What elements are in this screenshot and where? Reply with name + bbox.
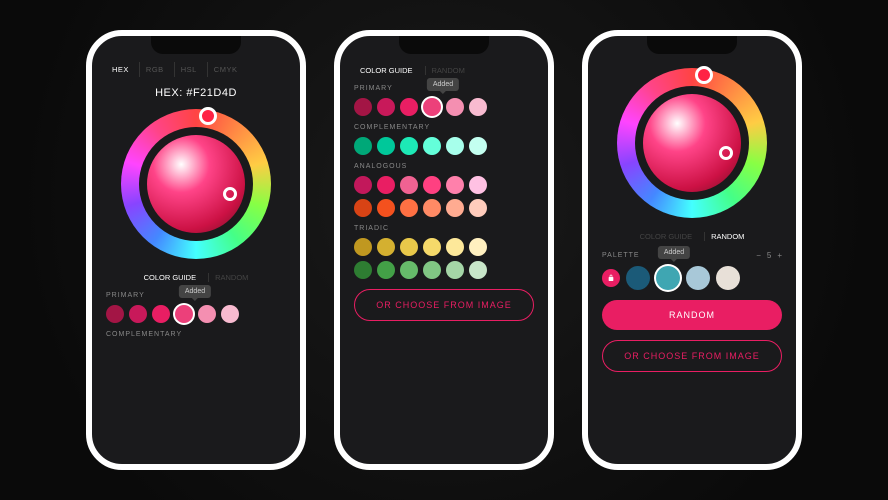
swatch[interactable] [400, 137, 418, 155]
swatch[interactable] [354, 137, 372, 155]
complementary-swatches [354, 137, 534, 155]
subtab-color-guide[interactable]: COLOR GUIDE [634, 232, 699, 241]
palette-swatch[interactable] [626, 266, 650, 290]
swatch[interactable] [400, 98, 418, 116]
triadic-label: TRIADIC [354, 225, 534, 232]
hue-handle[interactable] [695, 66, 713, 84]
palette-counter: − 5 + [756, 251, 782, 260]
subtab-random[interactable]: RANDOM [425, 66, 471, 75]
added-tooltip: Added [179, 285, 211, 298]
swatch[interactable] [400, 238, 418, 256]
triadic-row-1 [354, 238, 534, 256]
plus-icon[interactable]: + [777, 251, 782, 260]
palette-swatch-selected[interactable] [656, 266, 680, 290]
swatch[interactable] [446, 238, 464, 256]
swatch[interactable] [221, 305, 239, 323]
swatch[interactable] [354, 199, 372, 217]
swatch[interactable] [152, 305, 170, 323]
swatch-selected[interactable] [423, 98, 441, 116]
color-wheel[interactable] [121, 109, 271, 259]
swatch[interactable] [423, 238, 441, 256]
format-tabs: HEX RGB HSL CMYK [106, 62, 286, 77]
swatch[interactable] [354, 238, 372, 256]
swatch[interactable] [198, 305, 216, 323]
complementary-label: COMPLEMENTARY [354, 124, 534, 131]
swatch[interactable] [354, 98, 372, 116]
swatch[interactable] [354, 261, 372, 279]
swatch[interactable] [377, 98, 395, 116]
saturation-handle[interactable] [719, 146, 733, 160]
swatch[interactable] [400, 261, 418, 279]
palette-label: PALETTE [602, 252, 640, 259]
subtab-random[interactable]: RANDOM [208, 273, 254, 282]
phone-color-guide: COLOR GUIDE RANDOM PRIMARY Added COMPLEM… [334, 30, 554, 470]
phone-notch [399, 36, 489, 54]
mode-tabs: COLOR GUIDE RANDOM [602, 232, 782, 241]
swatch[interactable] [400, 199, 418, 217]
palette-swatch[interactable] [686, 266, 710, 290]
choose-from-image-button[interactable]: OR CHOOSE FROM IMAGE [602, 340, 782, 372]
added-tooltip: Added [427, 78, 459, 91]
subtab-random[interactable]: RANDOM [704, 232, 750, 241]
phone-hex-picker: HEX RGB HSL CMYK HEX: #F21D4D COLOR GUID… [86, 30, 306, 470]
swatch[interactable] [423, 176, 441, 194]
phone-notch [647, 36, 737, 54]
analogous-row-2 [354, 199, 534, 217]
palette-swatches: Added [602, 266, 782, 290]
swatch[interactable] [446, 137, 464, 155]
swatch[interactable] [377, 199, 395, 217]
hue-handle[interactable] [199, 107, 217, 125]
swatch[interactable] [423, 199, 441, 217]
saturation-handle[interactable] [223, 187, 237, 201]
tab-rgb[interactable]: RGB [139, 62, 170, 77]
phone-notch [151, 36, 241, 54]
subtab-color-guide[interactable]: COLOR GUIDE [354, 66, 419, 75]
hex-value: HEX: #F21D4D [106, 87, 286, 99]
phone-random: COLOR GUIDE RANDOM PALETTE − 5 + Added R… [582, 30, 802, 470]
triadic-row-2 [354, 261, 534, 279]
swatch[interactable] [469, 98, 487, 116]
swatch[interactable] [423, 261, 441, 279]
tab-cmyk[interactable]: CMYK [207, 62, 244, 77]
swatch[interactable] [469, 238, 487, 256]
swatch[interactable] [423, 137, 441, 155]
swatch[interactable] [446, 98, 464, 116]
tab-hex[interactable]: HEX [106, 62, 135, 77]
primary-swatches: Added [354, 98, 534, 116]
swatch[interactable] [377, 176, 395, 194]
counter-value: 5 [767, 251, 771, 260]
swatch[interactable] [377, 261, 395, 279]
minus-icon[interactable]: − [756, 251, 761, 260]
swatch[interactable] [469, 261, 487, 279]
primary-swatches: Added [106, 305, 286, 323]
swatch[interactable] [400, 176, 418, 194]
swatch[interactable] [129, 305, 147, 323]
palette-swatch[interactable] [716, 266, 740, 290]
mode-tabs: COLOR GUIDE RANDOM [106, 273, 286, 282]
complementary-label: COMPLEMENTARY [106, 331, 286, 338]
swatch[interactable] [377, 137, 395, 155]
swatch[interactable] [469, 199, 487, 217]
subtab-color-guide[interactable]: COLOR GUIDE [138, 273, 203, 282]
choose-from-image-button[interactable]: OR CHOOSE FROM IMAGE [354, 289, 534, 321]
swatch[interactable] [469, 137, 487, 155]
swatch[interactable] [106, 305, 124, 323]
swatch[interactable] [446, 176, 464, 194]
random-button[interactable]: RANDOM [602, 300, 782, 330]
swatch[interactable] [446, 199, 464, 217]
tab-hsl[interactable]: HSL [174, 62, 203, 77]
swatch[interactable] [469, 176, 487, 194]
lock-icon[interactable] [602, 269, 620, 287]
analogous-row-1 [354, 176, 534, 194]
swatch[interactable] [377, 238, 395, 256]
swatch[interactable] [446, 261, 464, 279]
swatch[interactable] [354, 176, 372, 194]
added-tooltip: Added [658, 246, 690, 259]
swatch-selected[interactable] [175, 305, 193, 323]
analogous-label: ANALOGOUS [354, 163, 534, 170]
mode-tabs: COLOR GUIDE RANDOM [354, 66, 534, 75]
color-wheel[interactable] [617, 68, 767, 218]
